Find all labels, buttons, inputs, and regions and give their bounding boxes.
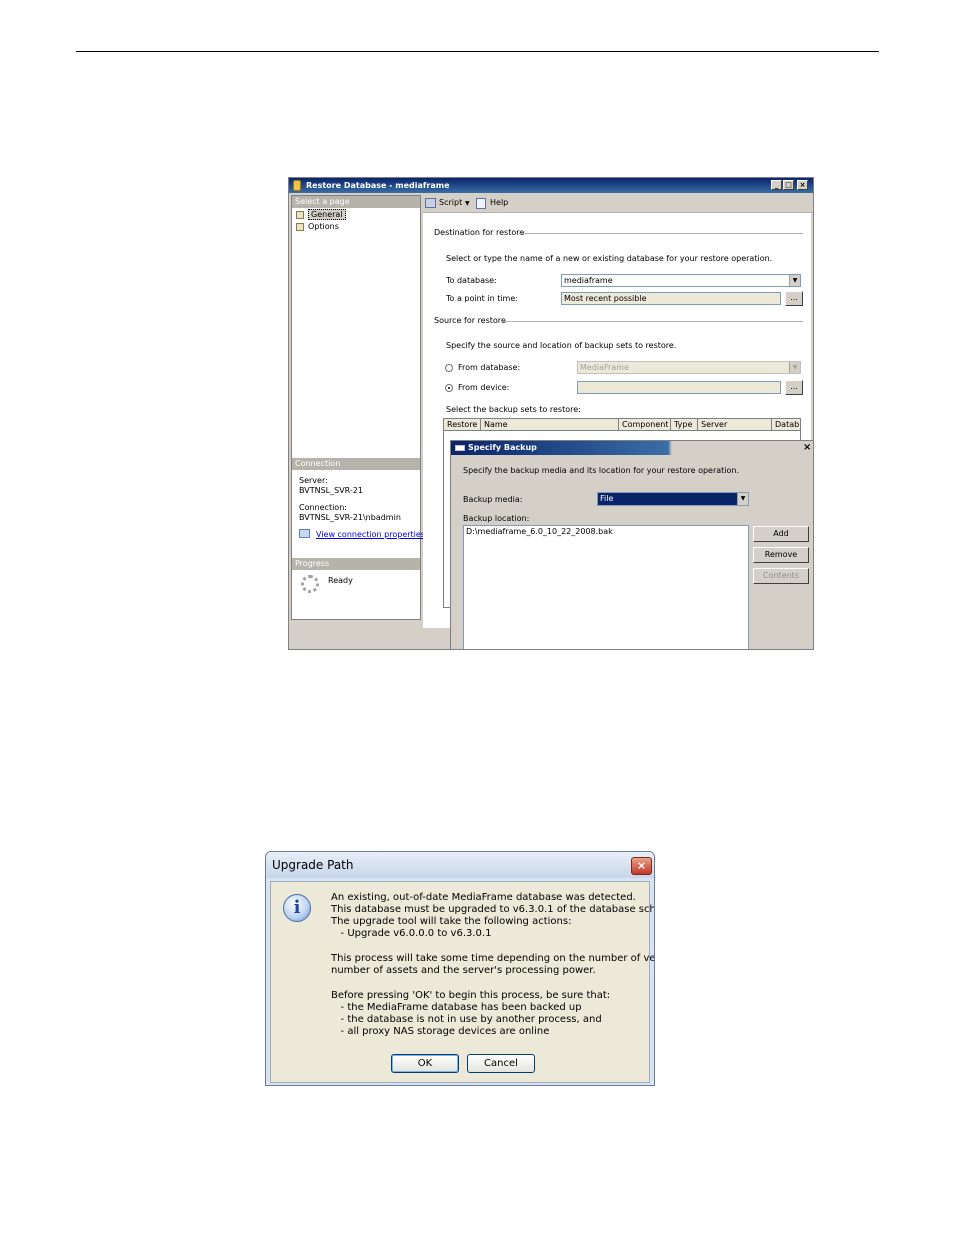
server-label: Server: [299, 476, 328, 485]
backup-location-label: Backup location: [463, 514, 530, 523]
column-header[interactable]: Server [698, 419, 772, 431]
source-description: Specify the source and location of backu… [446, 341, 677, 350]
from-database-combobox: MediaFrame ▼ [577, 361, 801, 374]
backup-icon [455, 445, 465, 451]
backup-media-value: File [600, 494, 614, 503]
message-line: - the MediaFrame database has been backe… [331, 1002, 582, 1013]
progress-status: Ready [328, 576, 353, 585]
to-point-in-time-field: Most recent possible [561, 292, 781, 305]
chevron-down-icon[interactable]: ▼ [789, 275, 800, 286]
from-device-label: From device: [458, 383, 510, 392]
from-device-browse-button[interactable]: ... [785, 380, 803, 395]
page-item-label: Options [308, 222, 339, 231]
to-database-value: mediaframe [564, 276, 613, 285]
help-icon [476, 198, 486, 209]
column-header[interactable]: Datab [772, 419, 800, 431]
server-value: BVTNSL_SVR-21 [299, 486, 363, 495]
ok-button[interactable]: OK [391, 1054, 459, 1073]
from-database-value: MediaFrame [580, 363, 629, 372]
to-database-combobox[interactable]: mediaframe ▼ [561, 274, 801, 287]
progress-spinner-icon [301, 575, 319, 593]
column-header[interactable]: Type [671, 419, 698, 431]
script-button[interactable]: Script [439, 198, 462, 207]
backup-location-list[interactable]: D:\mediaframe_6.0_10_22_2008.bak [463, 525, 749, 649]
connection-properties-icon [299, 529, 310, 538]
specify-backup-title: Specify Backup [468, 443, 537, 452]
minimize-button[interactable]: _ [771, 180, 782, 190]
restore-window-title: Restore Database - mediaframe [306, 181, 450, 190]
list-item[interactable]: D:\mediaframe_6.0_10_22_2008.bak [466, 527, 746, 536]
close-button[interactable]: × [797, 180, 808, 190]
message-line: The upgrade tool will take the following… [331, 916, 572, 927]
page-item-label: General [308, 209, 346, 220]
from-database-label: From database: [458, 363, 521, 372]
connection-label: Connection: [299, 503, 347, 512]
message-line: Before pressing 'OK' to begin this proce… [331, 990, 611, 1001]
close-button[interactable]: × [631, 857, 652, 875]
message-line: number of assets and the server's proces… [331, 965, 596, 976]
chevron-down-icon: ▼ [789, 362, 800, 373]
specify-backup-description: Specify the backup media and its locatio… [463, 466, 740, 475]
remove-button[interactable]: Remove [753, 547, 809, 563]
column-header[interactable]: Name [481, 419, 619, 431]
backup-media-select[interactable]: File ▼ [597, 492, 749, 506]
specify-backup-dialog: Specify Backup × Specify the backup medi… [450, 440, 814, 650]
select-page-header: Select a page [292, 196, 420, 208]
select-backup-sets-label: Select the backup sets to restore: [446, 405, 581, 414]
page-header-rule [76, 51, 879, 52]
page-icon [296, 222, 304, 231]
from-device-radio[interactable] [445, 384, 453, 392]
backup-sets-header: Restore Name Component Type Server Datab [444, 419, 800, 431]
from-device-field [577, 381, 781, 394]
message-line: This process will take some time dependi… [331, 953, 655, 964]
restore-window-titlebar[interactable]: Restore Database - mediaframe _ □ × [289, 178, 813, 193]
message-line: - the database is not in use by another … [331, 1014, 602, 1025]
message-line: An existing, out-of-date MediaFrame data… [331, 892, 636, 903]
progress-header: Progress [292, 558, 420, 570]
connection-value: BVTNSL_SVR-21\nbadmin [299, 513, 401, 522]
specify-backup-titlebar[interactable]: Specify Backup × [451, 441, 813, 455]
group-divider [501, 321, 803, 322]
upgrade-path-titlebar[interactable]: Upgrade Path [266, 852, 654, 878]
page-icon [296, 210, 304, 219]
contents-button: Contents [753, 568, 809, 584]
view-connection-properties-link[interactable]: View connection properties [316, 530, 425, 539]
message-line: - all proxy NAS storage devices are onli… [331, 1026, 550, 1037]
maximize-button[interactable]: □ [783, 180, 794, 190]
left-pane: Select a page General Options Connection… [291, 195, 425, 620]
destination-group-label: Destination for restore [434, 228, 525, 237]
upgrade-path-title: Upgrade Path [272, 858, 354, 872]
column-header[interactable]: Restore [444, 419, 481, 431]
cancel-button[interactable]: Cancel [467, 1054, 535, 1073]
page-item-general[interactable]: General [296, 209, 346, 220]
add-button[interactable]: Add [753, 526, 809, 542]
message-line: This database must be upgraded to v6.3.0… [331, 904, 655, 915]
from-database-radio[interactable] [445, 364, 453, 372]
column-header[interactable]: Component [619, 419, 671, 431]
script-icon [425, 198, 436, 208]
group-divider [519, 233, 803, 234]
connection-header: Connection [292, 458, 420, 470]
database-icon [293, 180, 301, 191]
message-line: - Upgrade v6.0.0.0 to v6.3.0.1 [331, 928, 492, 939]
page-item-options[interactable]: Options [296, 222, 339, 231]
restore-toolbar: Script ▼ Help [423, 195, 813, 213]
to-database-label: To database: [446, 276, 497, 285]
chevron-down-icon[interactable]: ▼ [737, 493, 748, 505]
help-button[interactable]: Help [490, 198, 508, 207]
to-point-in-time-label: To a point in time: [446, 294, 518, 303]
source-group-label: Source for restore [434, 316, 506, 325]
chevron-down-icon[interactable]: ▼ [465, 200, 470, 207]
backup-media-label: Backup media: [463, 495, 523, 504]
close-icon[interactable]: × [803, 441, 811, 455]
info-icon: i [283, 894, 311, 922]
point-in-time-browse-button[interactable]: ... [785, 291, 803, 306]
upgrade-path-dialog: Upgrade Path × i An existing, out-of-dat… [265, 851, 655, 1086]
destination-description: Select or type the name of a new or exis… [446, 254, 773, 263]
upgrade-path-body: i An existing, out-of-date MediaFrame da… [270, 881, 654, 1083]
